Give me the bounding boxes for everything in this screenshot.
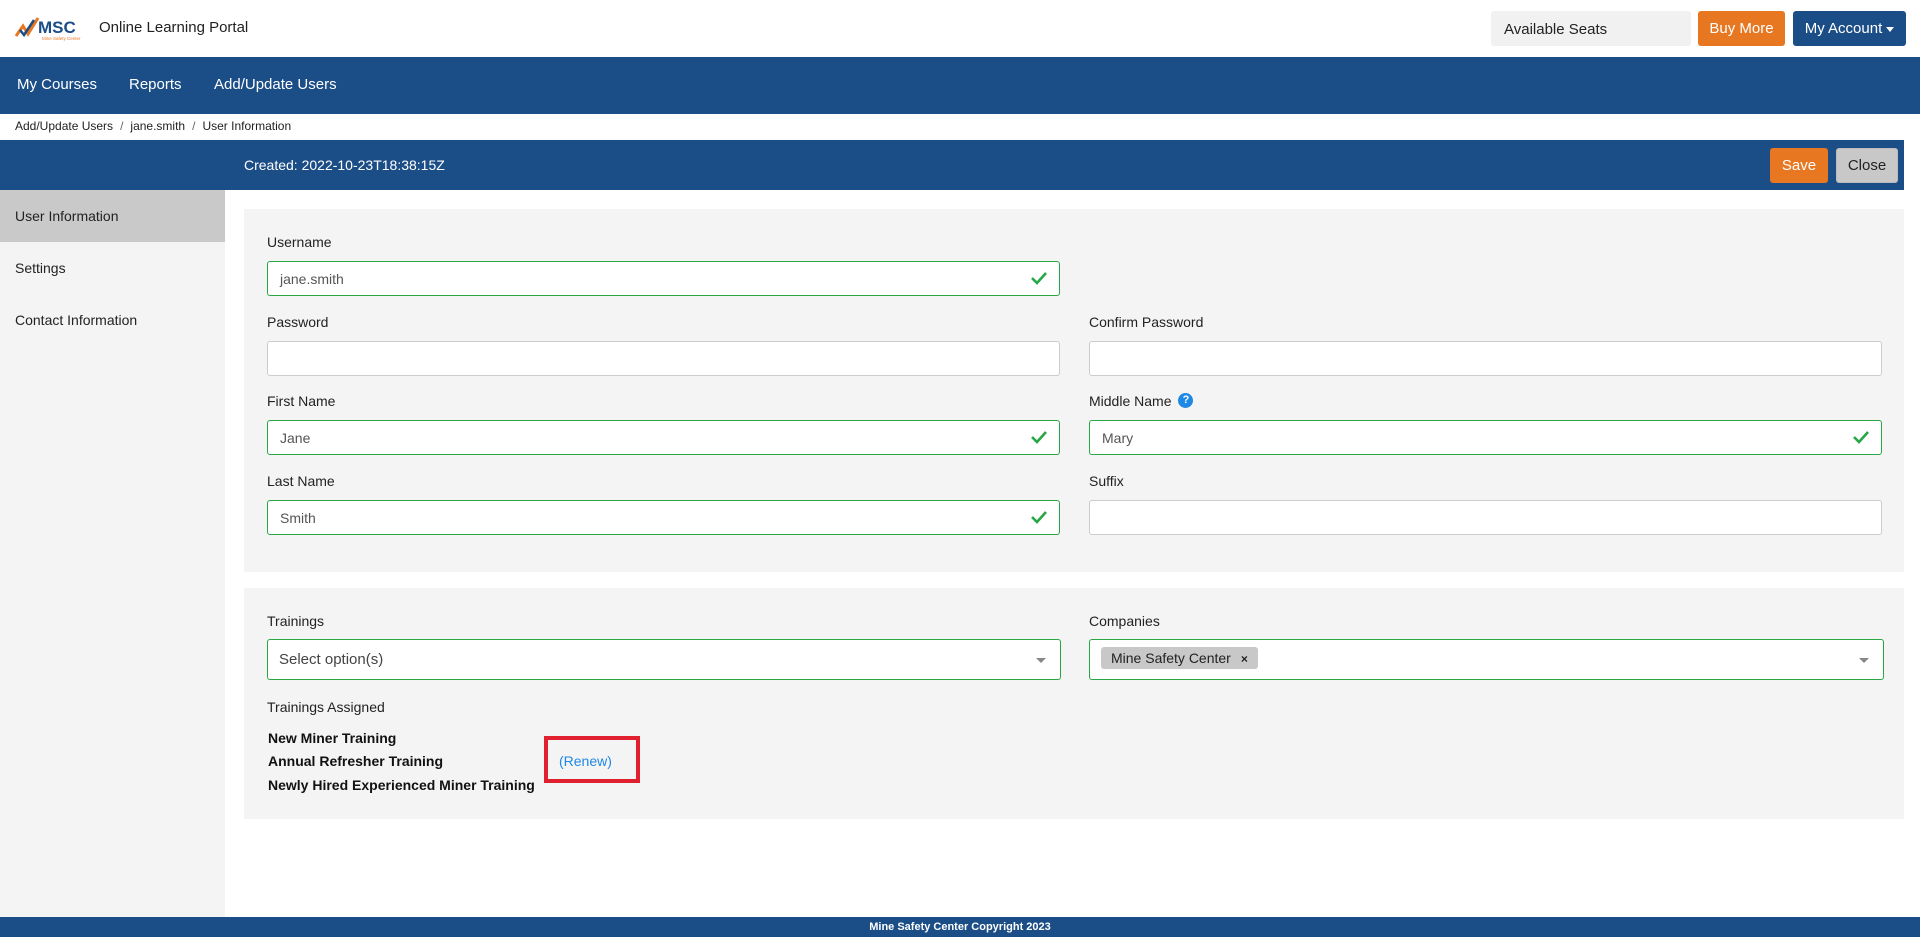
password-field[interactable] bbox=[267, 341, 1060, 376]
last-name-field[interactable]: Smith bbox=[267, 500, 1060, 535]
user-info-panel: Username jane.smith Password Confirm Pas… bbox=[244, 209, 1904, 572]
middle-name-label: Middle Name? bbox=[1089, 393, 1194, 409]
username-label: Username bbox=[267, 234, 332, 250]
middle-name-field[interactable]: Mary bbox=[1089, 420, 1882, 455]
available-seats: Available Seats bbox=[1491, 11, 1691, 46]
breadcrumb-current: User Information bbox=[202, 119, 292, 133]
nav-reports[interactable]: Reports bbox=[129, 76, 182, 93]
close-button[interactable]: Close bbox=[1836, 148, 1898, 183]
nav-add-update-users[interactable]: Add/Update Users bbox=[214, 76, 337, 93]
last-name-value: Smith bbox=[280, 510, 316, 526]
company-tag-label: Mine Safety Center bbox=[1111, 650, 1231, 666]
check-icon bbox=[1031, 431, 1047, 444]
sidebar: User Information Settings Contact Inform… bbox=[0, 190, 225, 917]
suffix-label: Suffix bbox=[1089, 473, 1124, 489]
assigned-training-item: New Miner Training bbox=[268, 730, 397, 746]
company-tag: Mine Safety Center × bbox=[1101, 647, 1258, 669]
suffix-field[interactable] bbox=[1089, 500, 1882, 535]
logo-text: MSC bbox=[38, 18, 76, 37]
record-header: Created: 2022-10-23T18:38:15Z Save Close bbox=[0, 140, 1904, 190]
save-button[interactable]: Save bbox=[1770, 148, 1828, 183]
middle-name-value: Mary bbox=[1102, 430, 1134, 446]
breadcrumb-username[interactable]: jane.smith bbox=[130, 119, 185, 133]
password-label: Password bbox=[267, 314, 329, 330]
chevron-down-icon bbox=[1859, 658, 1869, 663]
portal-title: Online Learning Portal bbox=[99, 19, 249, 36]
assigned-training-item: Annual Refresher Training bbox=[268, 753, 444, 769]
check-icon bbox=[1031, 511, 1047, 524]
first-name-label: First Name bbox=[267, 393, 336, 409]
help-icon[interactable]: ? bbox=[1178, 393, 1194, 408]
trainings-assigned-label: Trainings Assigned bbox=[267, 699, 385, 715]
trainings-label: Trainings bbox=[267, 613, 325, 629]
confirm-password-field[interactable] bbox=[1089, 341, 1882, 376]
buy-more-button[interactable]: Buy More bbox=[1698, 11, 1785, 46]
sidebar-item-settings[interactable]: Settings bbox=[0, 242, 225, 294]
check-icon bbox=[1853, 431, 1869, 444]
username-value: jane.smith bbox=[280, 271, 344, 287]
trainings-select[interactable]: Select option(s) bbox=[267, 639, 1061, 680]
first-name-value: Jane bbox=[280, 430, 311, 446]
breadcrumb-add-update-users[interactable]: Add/Update Users bbox=[15, 119, 113, 133]
assignments-panel: Trainings Select option(s) Companies Min… bbox=[244, 588, 1904, 819]
check-icon bbox=[1031, 272, 1047, 285]
middle-name-label-text: Middle Name bbox=[1089, 393, 1172, 409]
breadcrumb-separator: / bbox=[192, 119, 196, 133]
msc-logo[interactable]: MSC Mine Safety Center bbox=[14, 14, 86, 42]
nav-my-courses[interactable]: My Courses bbox=[17, 76, 97, 93]
assigned-training-item: Newly Hired Experienced Miner Training bbox=[268, 777, 535, 793]
sidebar-item-contact-information[interactable]: Contact Information bbox=[0, 294, 225, 346]
my-account-button[interactable]: My Account bbox=[1793, 11, 1906, 46]
created-timestamp: Created: 2022-10-23T18:38:15Z bbox=[244, 157, 445, 173]
top-header: MSC Mine Safety Center Online Learning P… bbox=[0, 0, 1920, 57]
renew-link[interactable]: (Renew) bbox=[559, 753, 612, 769]
first-name-field[interactable]: Jane bbox=[267, 420, 1060, 455]
footer: Mine Safety Center Copyright 2023 bbox=[0, 917, 1920, 937]
last-name-label: Last Name bbox=[267, 473, 335, 489]
companies-select[interactable]: Mine Safety Center × bbox=[1089, 639, 1884, 680]
companies-label: Companies bbox=[1089, 613, 1160, 629]
breadcrumb-separator: / bbox=[120, 119, 124, 133]
breadcrumb: Add/Update Users / jane.smith / User Informa… bbox=[15, 119, 291, 133]
logo-subtext: Mine Safety Center bbox=[42, 36, 81, 41]
confirm-password-label: Confirm Password bbox=[1089, 314, 1204, 330]
caret-down-icon bbox=[1886, 26, 1895, 32]
trainings-placeholder: Select option(s) bbox=[279, 651, 384, 668]
sidebar-item-user-information[interactable]: User Information bbox=[0, 190, 225, 242]
my-account-label: My Account bbox=[1804, 20, 1883, 37]
username-field[interactable]: jane.smith bbox=[267, 261, 1060, 296]
main-nav: My Courses Reports Add/Update Users bbox=[0, 57, 1920, 114]
remove-tag-icon[interactable]: × bbox=[1241, 652, 1248, 666]
chevron-down-icon bbox=[1036, 658, 1046, 663]
